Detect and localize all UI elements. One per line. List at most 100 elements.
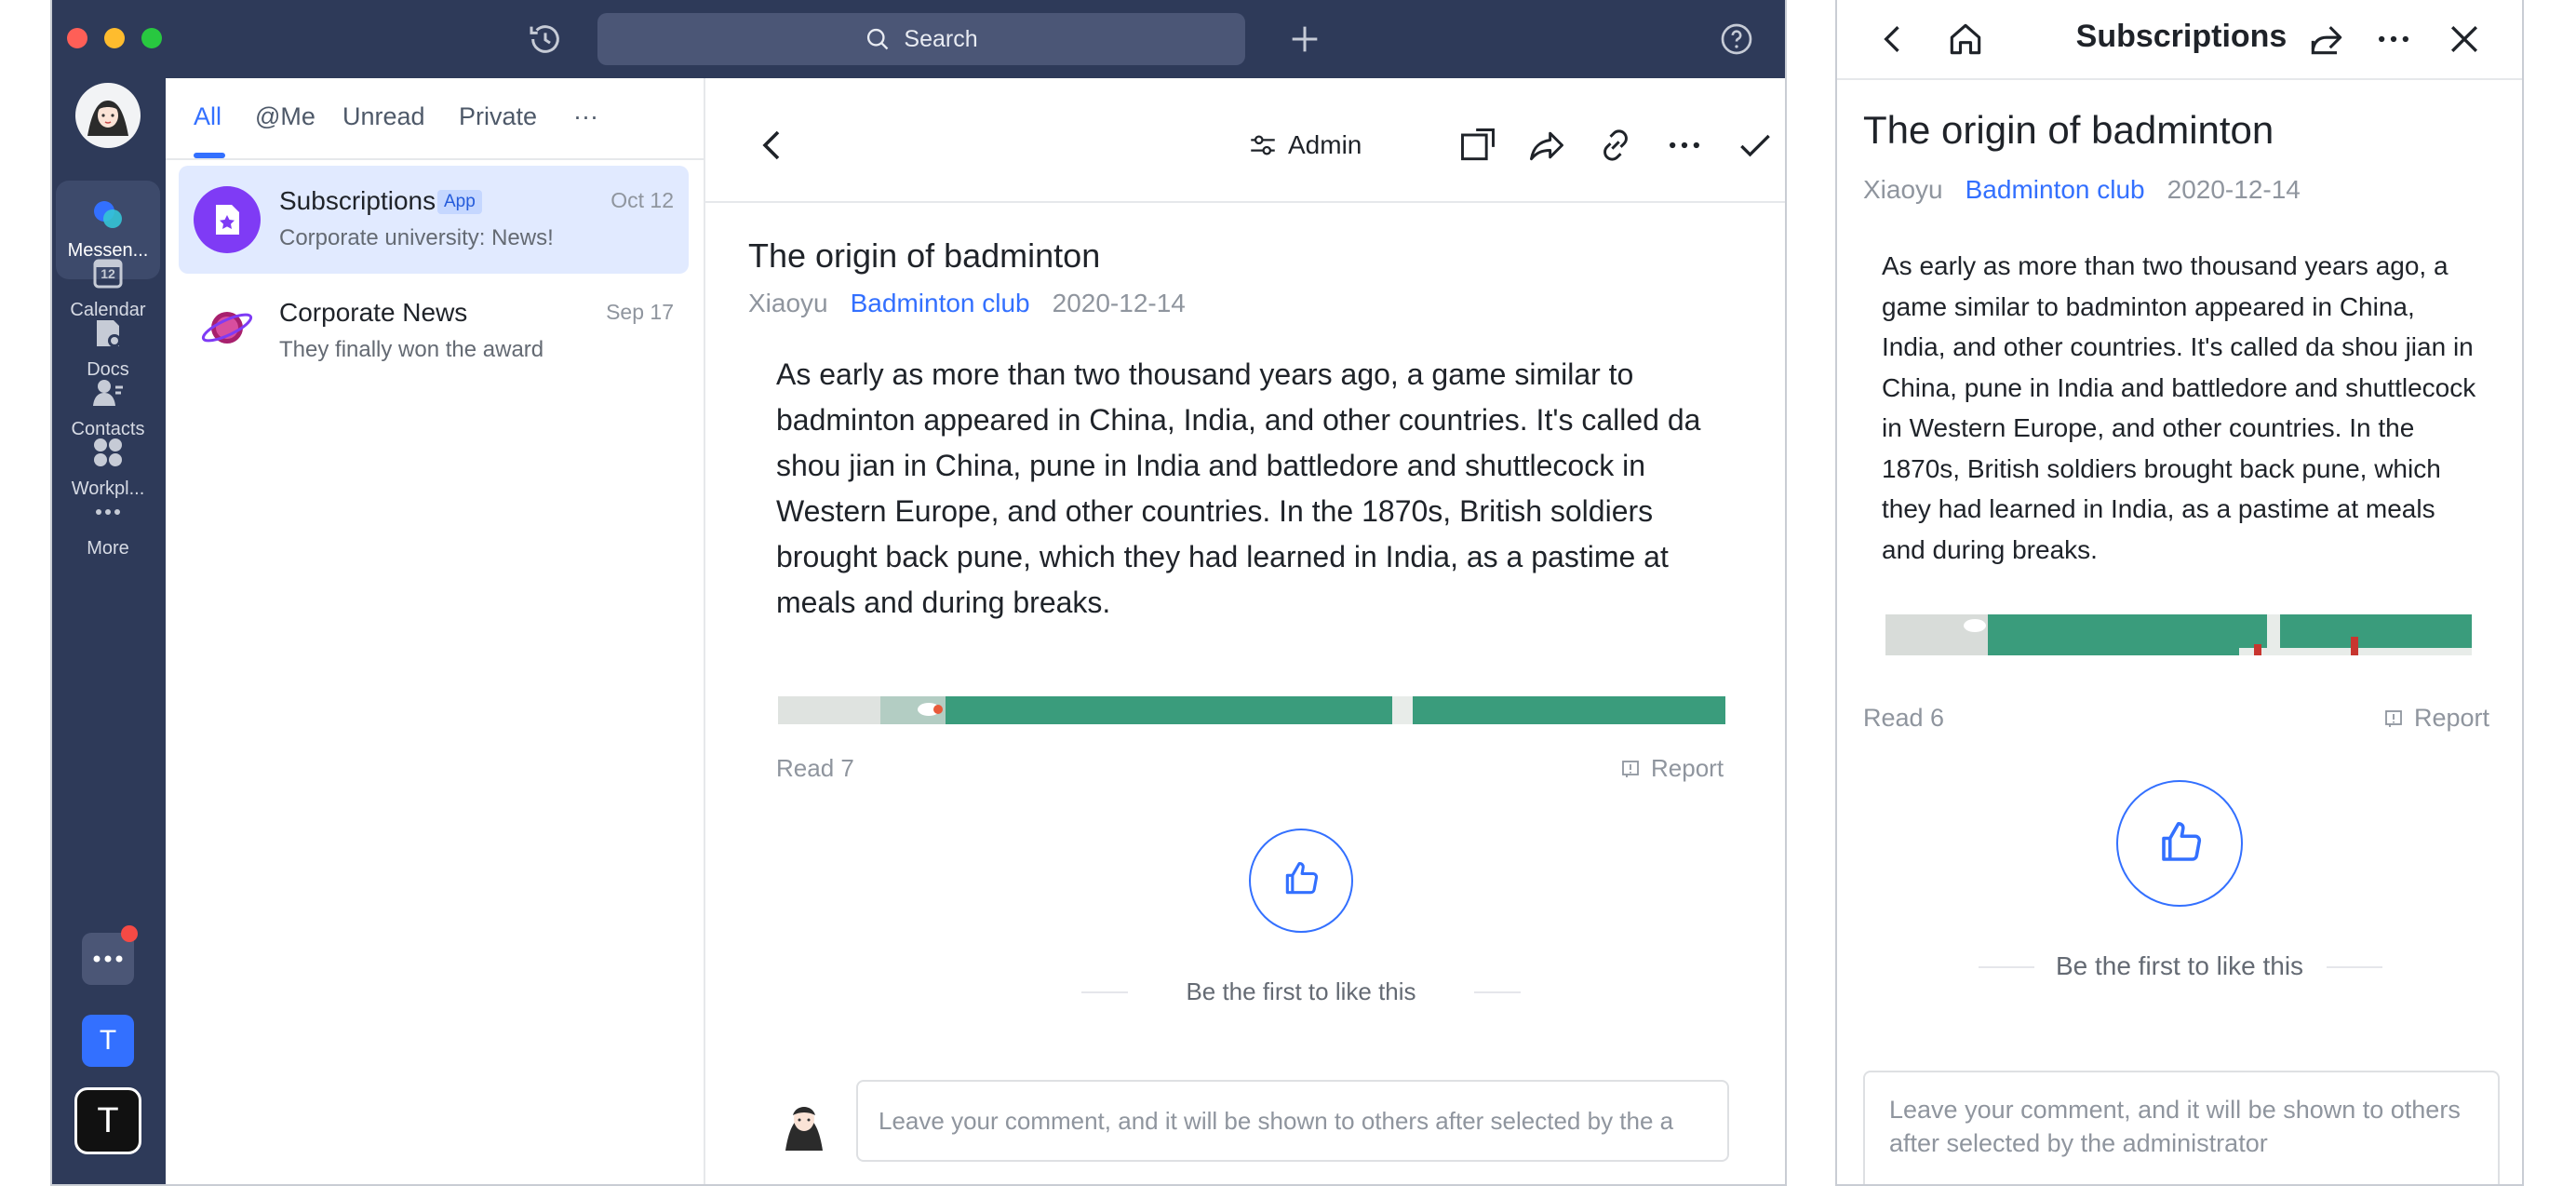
conversation-date: Sep 17 [606, 300, 674, 324]
messenger-icon [94, 201, 122, 228]
workspace-t-button[interactable]: T [74, 1087, 141, 1154]
maximize-window-button[interactable] [141, 28, 162, 48]
tabs-divider [166, 158, 704, 160]
report-button[interactable]: Report [1619, 754, 1724, 783]
conversation-preview: They finally won the award [279, 337, 544, 362]
desktop-window: Search Messen... 12 Calendar Docs Contac… [50, 0, 1787, 1186]
like-prompt: Be the first to like this [1186, 977, 1416, 1005]
article-meta: Xiaoyu Badminton club 2020-12-14 [748, 289, 1186, 318]
app-badge: App [437, 190, 482, 214]
article-body: As early as more than two thousand years… [776, 357, 1701, 619]
conversation-list-panel: All @Me Unread Private ··· Subscriptions… [166, 78, 705, 1184]
team-t-button[interactable]: T [82, 1015, 134, 1067]
done-check-icon[interactable] [1735, 125, 1776, 166]
report-label: Report [1651, 754, 1724, 782]
open-in-window-icon[interactable] [1457, 125, 1498, 166]
thumbs-up-icon [1285, 861, 1319, 895]
mobile-like-prompt: Be the first to like this [2055, 951, 2304, 980]
contacts-icon [93, 380, 123, 406]
subscriptions-avatar [194, 186, 261, 253]
article-panel: Admin The origin of badminton Xiaoyu Bad… [705, 78, 1785, 1184]
admin-button[interactable]: Admin [1247, 121, 1362, 169]
tab-unread[interactable]: Unread [342, 102, 425, 131]
back-icon[interactable] [750, 123, 795, 168]
comment-input[interactable]: Leave your comment, and it will be shown… [856, 1080, 1729, 1162]
like-divider-right [1474, 991, 1521, 993]
report-label: Report [2414, 704, 2490, 732]
conversation-preview: Corporate university: News! [279, 225, 554, 250]
thumbs-up-icon [2162, 821, 2202, 861]
user-avatar[interactable] [74, 82, 141, 149]
more-options-icon[interactable] [1664, 125, 1705, 166]
conversation-title: Corporate News [279, 298, 468, 327]
like-divider-left [1979, 966, 2034, 968]
admin-settings-icon [1251, 135, 1275, 155]
history-icon[interactable] [527, 20, 564, 58]
like-divider-left [1081, 991, 1128, 993]
minimize-window-button[interactable] [104, 28, 125, 48]
article-title: The origin of badminton [748, 236, 1101, 275]
nav-rail: Messen... 12 Calendar Docs Contacts Work… [52, 78, 166, 1184]
more-icon [96, 509, 120, 515]
like-button[interactable] [1249, 829, 1353, 933]
mobile-article-title: The origin of badminton [1863, 108, 2274, 152]
close-window-button[interactable] [67, 28, 87, 48]
close-icon[interactable] [2444, 19, 2485, 60]
help-icon[interactable] [1718, 20, 1755, 58]
mobile-header-divider [1837, 78, 2522, 80]
commenter-avatar [785, 1107, 823, 1151]
report-icon [2385, 709, 2402, 727]
admin-label: Admin [1288, 130, 1362, 159]
article-image [778, 696, 1725, 724]
article-author: Xiaoyu [748, 289, 828, 317]
search-input[interactable]: Search [597, 13, 1245, 65]
article-group-link[interactable]: Badminton club [851, 289, 1030, 318]
link-icon[interactable] [1595, 125, 1636, 166]
nav-more[interactable]: More [56, 478, 160, 577]
mobile-article-meta: Xiaoyu Badminton club 2020-12-14 [1863, 175, 2301, 205]
add-icon[interactable] [1286, 20, 1323, 58]
share-icon[interactable] [2306, 19, 2347, 60]
mobile-report-button[interactable]: Report [2382, 704, 2489, 733]
title-bar: Search [52, 0, 1785, 78]
mobile-comment-input[interactable]: Leave your comment, and it will be shown… [1863, 1071, 2500, 1184]
corporate-news-avatar [194, 294, 261, 361]
more-options-icon[interactable] [2373, 19, 2414, 60]
article-date: 2020-12-14 [1052, 289, 1186, 317]
tab-more[interactable]: ··· [573, 102, 598, 131]
back-icon[interactable] [1872, 19, 1913, 60]
conversation-subscriptions[interactable]: Subscriptions App Corporate university: … [179, 166, 689, 274]
apps-shortcut-button[interactable] [82, 925, 138, 985]
mobile-article-body: As early as more than two thousand years… [1882, 251, 2476, 564]
conversation-date: Oct 12 [610, 188, 674, 212]
notification-dot [121, 925, 138, 942]
report-icon [1622, 760, 1639, 777]
home-icon[interactable] [1945, 19, 1986, 60]
workspace-t-label: T [97, 1101, 119, 1140]
calendar-day: 12 [101, 266, 115, 281]
conversation-title: Subscriptions [279, 186, 436, 215]
article-date: 2020-12-14 [2167, 175, 2301, 204]
nav-label: More [87, 538, 129, 559]
dots-icon [93, 955, 123, 963]
docs-icon [97, 320, 121, 347]
search-label: Search [904, 25, 978, 52]
workplace-icon [94, 438, 122, 466]
header-divider [705, 201, 1785, 203]
mobile-read-count: Read 6 [1863, 704, 1945, 732]
mobile-panel: Subscriptions The origin of badminton Xi… [1835, 0, 2524, 1186]
tab-all[interactable]: All [194, 102, 221, 131]
tab-mentions[interactable]: @Me [255, 102, 315, 131]
article-author: Xiaoyu [1863, 175, 1943, 204]
mobile-header-title: Subscriptions [2075, 19, 2288, 54]
article-group-link[interactable]: Badminton club [1966, 175, 2145, 205]
conversation-corporate-news[interactable]: Corporate News They finally won the awar… [179, 277, 689, 385]
read-count: Read 7 [776, 754, 854, 782]
tab-private[interactable]: Private [459, 102, 537, 131]
mobile-like-button[interactable] [2116, 780, 2243, 907]
team-t-label: T [99, 1025, 117, 1056]
like-divider-right [2327, 966, 2382, 968]
share-icon[interactable] [1526, 125, 1567, 166]
mobile-article-image [1885, 614, 2472, 655]
search-icon [867, 28, 889, 50]
